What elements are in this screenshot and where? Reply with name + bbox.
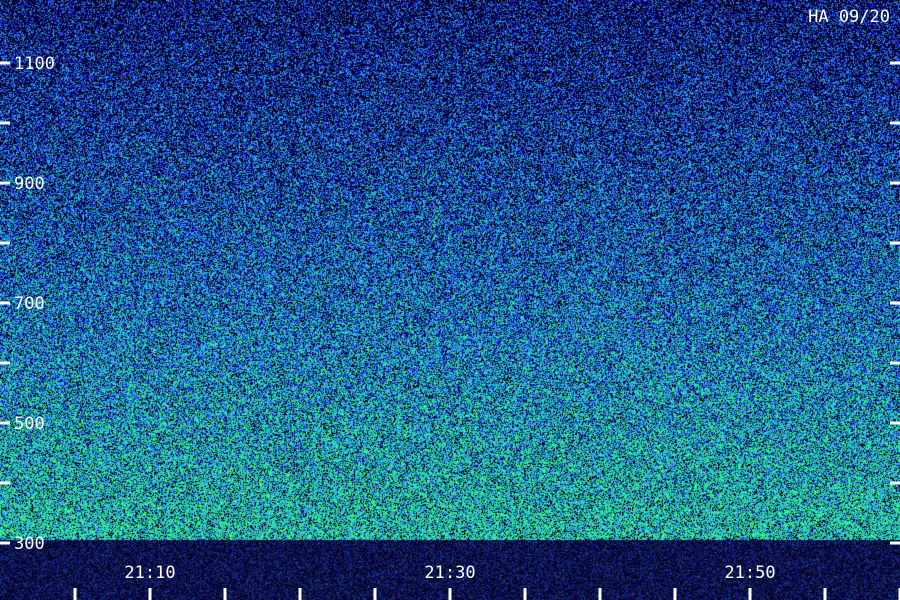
y-tick-label: 700 (14, 294, 45, 314)
x-tick-label: 21:30 (424, 563, 475, 583)
y-tick-label: 500 (14, 414, 45, 434)
y-tick-label: 1100 (14, 54, 55, 74)
y-axis: 300 500 700 900 1100 (0, 54, 900, 554)
y-tick-label: 300 (14, 534, 45, 554)
x-tick-label: 21:10 (124, 563, 175, 583)
x-tick-label: 21:50 (724, 563, 775, 583)
y-tick-label: 900 (14, 174, 45, 194)
spectrogram-chart: 300 500 700 900 1100 21:10 21:30 21:50 HA 09/2… (0, 0, 900, 600)
chart-title: HA 09/20 (808, 7, 890, 27)
axes-overlay: 300 500 700 900 1100 21:10 21:30 21:50 HA 09/2… (0, 7, 900, 600)
x-axis: 21:10 21:30 21:50 (73, 563, 900, 600)
